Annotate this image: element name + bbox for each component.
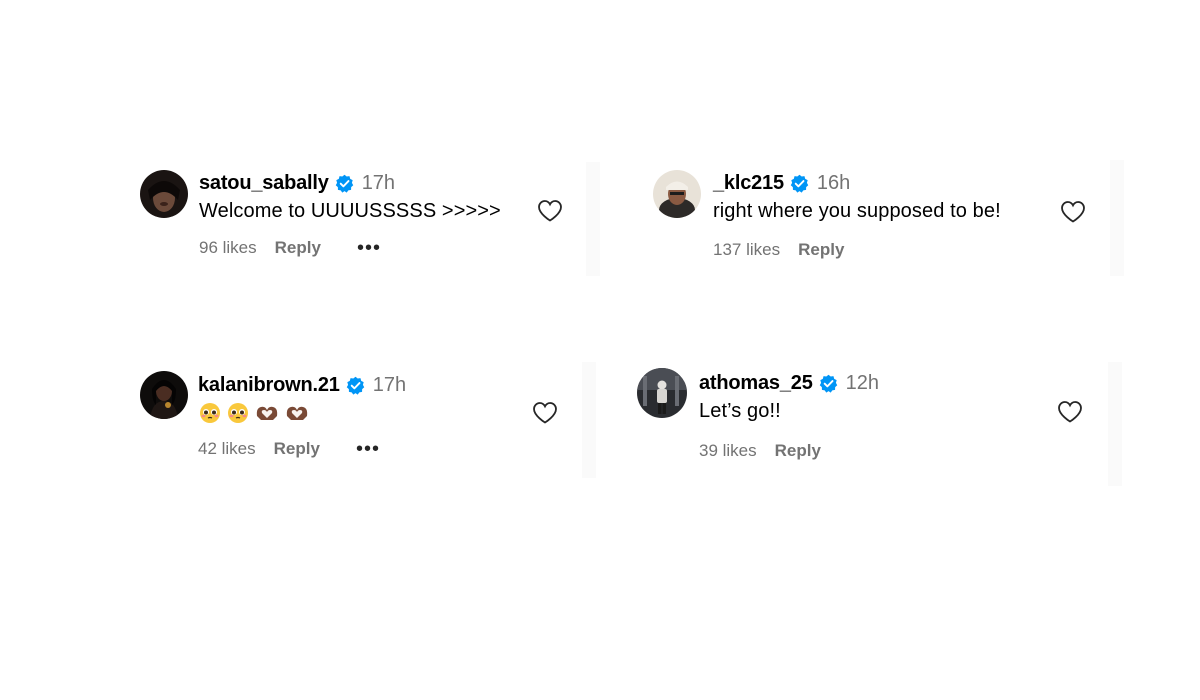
likes-count[interactable]: 137 likes xyxy=(713,240,780,260)
timestamp: 17h xyxy=(372,374,407,396)
comment-text: Let’s go!! xyxy=(699,400,781,422)
avatar[interactable] xyxy=(140,371,188,419)
like-heart-icon[interactable] xyxy=(537,199,563,223)
username[interactable]: athomas_25 xyxy=(699,372,813,395)
likes-count[interactable]: 96 likes xyxy=(199,238,257,258)
timestamp: 12h xyxy=(845,372,879,394)
panel-divider xyxy=(586,162,600,276)
heart-hands-icon xyxy=(286,406,308,420)
like-heart-icon[interactable] xyxy=(532,401,558,425)
more-dots-icon[interactable]: ••• xyxy=(356,439,380,459)
verified-badge-icon xyxy=(819,374,837,393)
likes-count[interactable]: 39 likes xyxy=(699,441,757,461)
timestamp: 16h xyxy=(816,172,851,194)
likes-count[interactable]: 42 likes xyxy=(198,439,256,459)
verified-badge-icon xyxy=(790,174,809,193)
verified-badge-icon xyxy=(346,376,364,395)
avatar[interactable] xyxy=(637,368,687,418)
panel-divider xyxy=(582,362,596,478)
reply-button[interactable]: Reply xyxy=(275,238,321,258)
avatar[interactable] xyxy=(653,170,701,218)
more-dots-icon[interactable]: ••• xyxy=(357,238,381,258)
reply-button[interactable]: Reply xyxy=(775,441,821,461)
username[interactable]: satou_sabally xyxy=(199,172,329,195)
pleading-face-icon xyxy=(200,403,220,423)
reply-button[interactable]: Reply xyxy=(274,439,320,459)
comment-emojis xyxy=(199,402,309,424)
like-heart-icon[interactable] xyxy=(1060,200,1086,224)
comment-text: Welcome to UUUUSSSSS >>>>> xyxy=(199,200,501,222)
pleading-face-icon xyxy=(228,403,248,423)
username[interactable]: _klc215 xyxy=(713,172,784,195)
panel-divider xyxy=(1108,362,1122,486)
reply-button[interactable]: Reply xyxy=(798,240,844,260)
heart-hands-icon xyxy=(256,406,278,420)
avatar[interactable] xyxy=(140,170,188,218)
username[interactable]: kalanibrown.21 xyxy=(198,374,340,397)
panel-divider xyxy=(1110,160,1124,276)
comment-text: right where you supposed to be! xyxy=(713,200,1001,222)
verified-badge-icon xyxy=(335,174,353,193)
like-heart-icon[interactable] xyxy=(1057,400,1083,424)
timestamp: 17h xyxy=(361,172,396,194)
